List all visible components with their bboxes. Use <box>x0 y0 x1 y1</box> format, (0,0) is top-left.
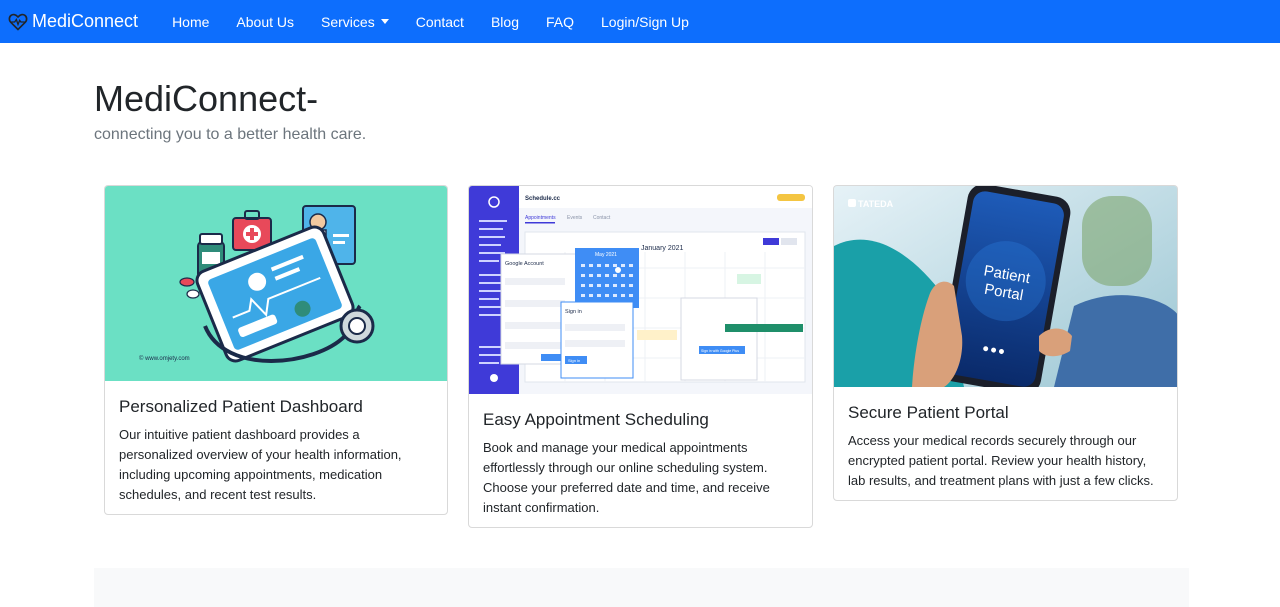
tab-appointments: Appointments <box>525 215 556 221</box>
card-text-dashboard: Our intuitive patient dashboard provides… <box>119 427 402 502</box>
popup-month: May 2021 <box>595 252 617 258</box>
nav-services-label: Services <box>321 13 375 30</box>
card-text-scheduling: Book and manage your medical appointment… <box>483 440 770 515</box>
signin-button-label: Sign in <box>568 358 580 363</box>
card-patient-dashboard: © www.omjety.com Personalized Patient Da… <box>104 185 448 515</box>
nav-blog[interactable]: Blog <box>491 14 519 30</box>
nav-login-signup[interactable]: Login/Sign Up <box>601 14 689 30</box>
nav-home[interactable]: Home <box>172 14 209 30</box>
nav-about[interactable]: About Us <box>236 14 294 30</box>
image-logo-text: TATEDA <box>858 199 894 209</box>
top-navbar: MediConnect Home About Us Services Conta… <box>0 0 1280 43</box>
page-subtitle: connecting you to a better health care. <box>94 126 367 143</box>
scheduling-screenshot: Schedule.cc Appointments Events Contact … <box>469 186 812 394</box>
app-name: Schedule.cc <box>525 196 561 202</box>
google-account-title: Google Account <box>505 261 544 267</box>
tab-contact: Contact <box>593 215 611 221</box>
card-patient-portal: Patient Portal TATEDA Secure Patient Por… <box>833 185 1178 501</box>
dashboard-illustration: © www.omjety.com <box>139 205 375 363</box>
card-title-scheduling: Easy Appointment Scheduling <box>483 410 709 429</box>
card-image-portal: Patient Portal TATEDA <box>834 186 1177 387</box>
brand-name: MediConnect <box>32 11 139 31</box>
nav-faq[interactable]: FAQ <box>546 14 574 30</box>
caret-down-icon <box>380 19 389 24</box>
image-caption: © www.omjety.com <box>139 355 190 362</box>
footer-section <box>94 568 1189 607</box>
page-title: MediConnect- <box>94 78 319 119</box>
card-text-portal: Access your medical records securely thr… <box>848 433 1154 488</box>
heart-pulse-icon <box>8 13 28 31</box>
brand-link[interactable]: MediConnect <box>8 11 138 32</box>
portal-photo: Patient Portal TATEDA <box>834 186 1177 387</box>
signin-title: Sign in <box>565 309 582 315</box>
card-image-scheduling: Schedule.cc Appointments Events Contact … <box>469 186 812 394</box>
card-title-portal: Secure Patient Portal <box>848 403 1009 422</box>
nav-links: Home About Us Services Contact Blog FAQ … <box>172 14 716 30</box>
nav-contact[interactable]: Contact <box>416 14 464 30</box>
card-body-portal: Secure Patient Portal Access your medica… <box>834 387 1177 500</box>
card-appointment-scheduling: Schedule.cc Appointments Events Contact … <box>468 185 813 528</box>
tab-events: Events <box>567 215 583 221</box>
card-body-dashboard: Personalized Patient Dashboard Our intui… <box>105 381 447 514</box>
card-body-scheduling: Easy Appointment Scheduling Book and man… <box>469 394 812 527</box>
google-signin-label: Sign in with Google Plus <box>701 349 739 353</box>
nav-services-dropdown[interactable]: Services <box>321 14 389 30</box>
card-title-dashboard: Personalized Patient Dashboard <box>119 397 363 416</box>
calendar-month: January 2021 <box>641 245 684 252</box>
card-image-dashboard: © www.omjety.com <box>105 186 447 381</box>
